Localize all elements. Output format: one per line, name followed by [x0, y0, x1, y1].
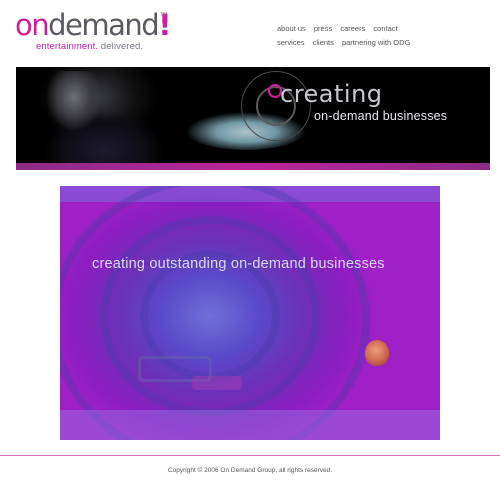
movie-headline: creating outstanding on-demand businesse…	[92, 256, 385, 272]
nav-link-careers[interactable]: careers	[340, 24, 365, 33]
nav-row-1: about us press careers contact	[277, 22, 487, 36]
nav-row-2: services clients partnering with ODG	[277, 36, 487, 50]
logo-demand: demand	[48, 8, 160, 42]
ripple-ring	[60, 186, 370, 440]
nav-link-contact[interactable]: contact	[373, 24, 397, 33]
intro-movie[interactable]: creating outstanding on-demand businesse…	[60, 186, 440, 440]
movie-band-bottom	[60, 410, 440, 440]
footer-copyright: Copyright © 2006 On Demand Group, all ri…	[167, 467, 333, 474]
footer-divider	[0, 455, 500, 456]
banner-stripe	[16, 163, 490, 170]
nav-link-partnering[interactable]: partnering with ODG	[342, 38, 410, 47]
logo-on: on	[15, 8, 50, 42]
banner-headline: creating	[280, 80, 383, 108]
logo-wordmark: ondemand!	[15, 10, 175, 40]
nav-link-clients[interactable]: clients	[313, 38, 334, 47]
tagline-entertainment: entertainment.	[36, 41, 99, 52]
movie-orb-icon	[365, 340, 389, 366]
movie-ghost-badge-tag	[192, 376, 242, 390]
banner-person-image	[34, 71, 174, 163]
nav-link-about-us[interactable]: about us	[277, 24, 306, 33]
nav-link-services[interactable]: services	[277, 38, 305, 47]
site-logo[interactable]: ondemand! TM entertainment. delivered.	[15, 10, 175, 54]
logo-trademark: TM	[160, 12, 168, 18]
top-nav: about us press careers contact services …	[277, 22, 487, 50]
nav-link-press[interactable]: press	[314, 24, 332, 33]
banner-subline: on-demand businesses	[314, 109, 448, 123]
tagline-delivered: delivered.	[98, 41, 144, 52]
logo-tagline: entertainment. delivered.	[36, 41, 143, 52]
hero-banner: creating on-demand businesses	[16, 67, 490, 170]
